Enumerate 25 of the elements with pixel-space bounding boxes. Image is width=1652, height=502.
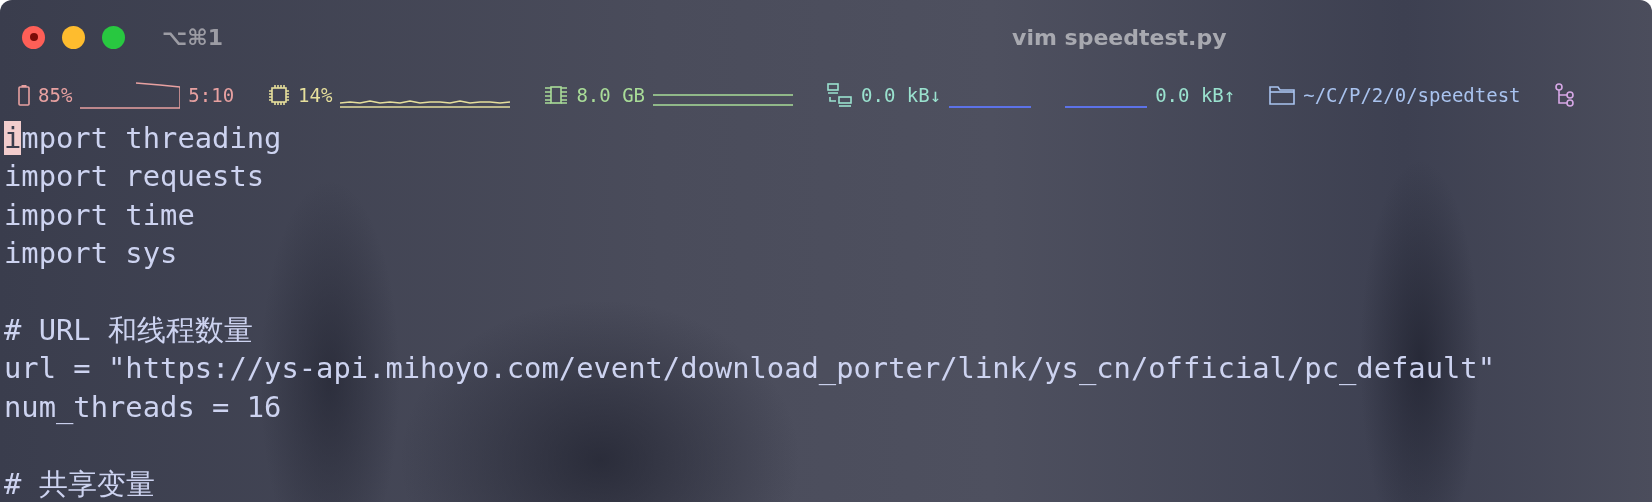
status-text: 0.0 kB↑: [1155, 84, 1236, 106]
chip-icon: [268, 84, 291, 106]
code-line: import requests: [3, 158, 266, 196]
maximize-button[interactable]: [102, 25, 125, 49]
code-line: # 共享变量: [3, 465, 156, 502]
code-line: # URL 和线程数量: [3, 311, 255, 349]
status-text: 85%: [38, 84, 73, 106]
status-text: 5:10: [188, 84, 235, 106]
close-button[interactable]: [22, 25, 45, 49]
status-text: ~/C/P/2/0/speedtest: [1303, 84, 1521, 106]
network-icon: [827, 83, 854, 107]
folder-icon: [1269, 85, 1296, 105]
window-title: vim speedtest.py: [1012, 24, 1227, 50]
status-text: 0.0 kB↓: [861, 84, 942, 106]
code-line: import threading: [3, 120, 283, 157]
code-line: num_threads = 16: [3, 388, 283, 426]
code-line: import time: [3, 196, 196, 234]
shortcut-label: ⌥⌘1: [162, 24, 224, 50]
status-text: 8.0 GB: [576, 84, 646, 106]
minimize-button[interactable]: [62, 25, 85, 49]
memory-icon: [544, 85, 569, 105]
code-line: import sys: [3, 235, 179, 273]
code-line: url = "https://ys-api.mihoyo.com/event/download_porter/link/ys_cn/official/pc_default": [3, 350, 1496, 388]
battery-icon: [18, 84, 30, 106]
status-text: 14%: [298, 84, 333, 106]
